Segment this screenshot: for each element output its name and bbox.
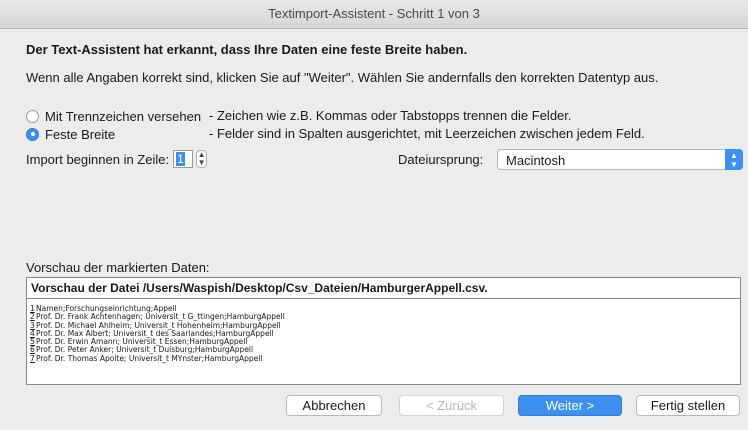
preview-lines: 1 Namen;Forschungseinrichtung;Appell 2 Pro… [30,304,285,363]
import-start-label: Import beginnen in Zeile: [26,151,170,167]
line-text: Prof. Dr. Thomas Apolte; Universit_t MYn… [36,353,263,363]
finish-button[interactable]: Fertig stellen [636,395,740,416]
radio-fixed-width[interactable] [26,127,39,141]
preview-line: 7 Prof. Dr. Thomas Apolte; Universit_t MY… [30,353,285,363]
next-button[interactable]: Weiter > [518,395,622,416]
radio-delimited[interactable] [26,109,39,123]
import-start-value[interactable]: 1 [176,152,185,166]
option-delimited-label[interactable]: Mit Trennzeichen versehen [45,109,201,124]
option-fixed-width[interactable]: Feste Breite [26,125,115,143]
option-delimited-description: - Zeichen wie z.B. Kommas oder Tabstopps… [209,108,572,123]
option-delimited[interactable]: Mit Trennzeichen versehen [26,107,201,125]
back-button[interactable]: < Zurück [399,395,504,416]
wizard-heading: Der Text-Assistent hat erkannt, dass Ihr… [26,42,468,57]
import-start-row: Import beginnen in Zeile: 1 ▲ ▼ [26,150,208,168]
import-start-stepper[interactable]: ▲ ▼ [196,150,208,168]
option-fixed-width-description: - Felder sind in Spalten ausgerichtet, m… [209,126,645,141]
option-fixed-width-label[interactable]: Feste Breite [45,127,115,142]
origin-select[interactable]: Macintosh ▲ ▼ [497,149,743,170]
cancel-button[interactable]: Abbrechen [286,395,382,416]
preview-box[interactable]: Vorschau der Datei /Users/Waspish/Deskto… [26,277,741,385]
preview-label: Vorschau der markierten Daten: [26,260,210,275]
origin-label: Dateiursprung: [398,152,484,167]
window-title: Textimport-Assistent - Schritt 1 von 3 [0,0,748,29]
import-start-input[interactable]: 1 [173,150,194,168]
origin-select-value[interactable]: Macintosh [506,153,565,168]
chevron-updown-icon[interactable]: ▲ ▼ [725,149,743,170]
wizard-intro: Wenn alle Angaben korrekt sind, klicken … [26,70,659,85]
preview-header: Vorschau der Datei /Users/Waspish/Deskto… [27,278,740,299]
